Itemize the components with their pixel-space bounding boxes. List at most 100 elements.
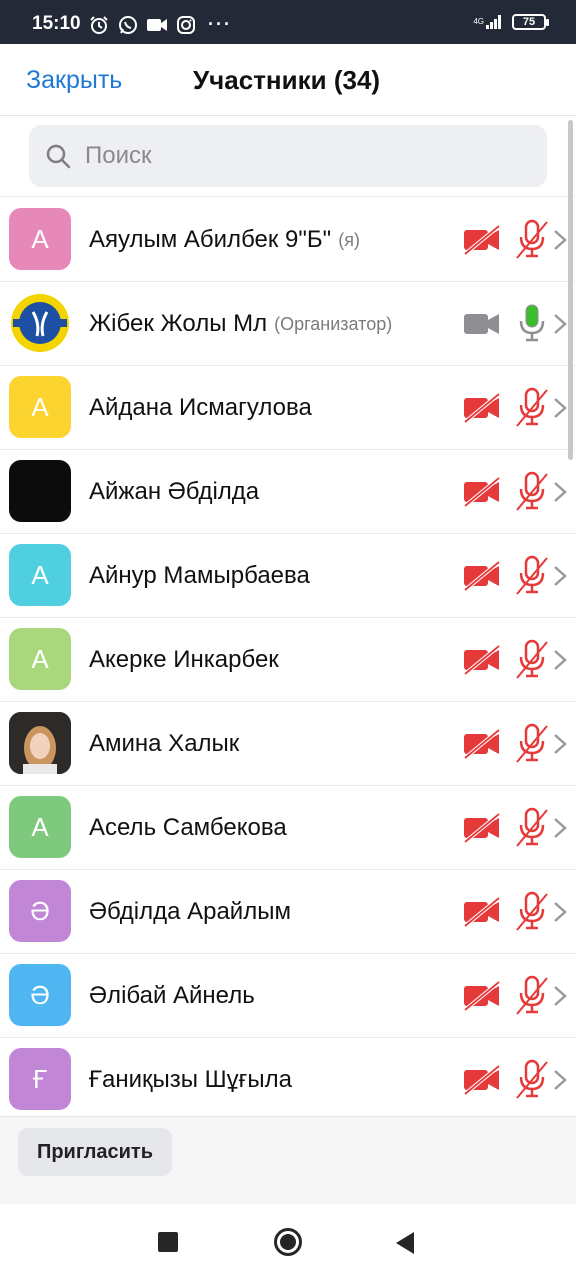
participant-name: Амина Халык <box>89 730 240 757</box>
participant-row[interactable]: A Айнур Мамырбаева <box>0 534 576 618</box>
video-off-icon <box>462 728 502 760</box>
whatsapp-icon <box>117 15 139 34</box>
video-off-icon <box>462 644 502 676</box>
participant-row[interactable]: Ғ Ғаниқызы Шұғыла <box>0 1038 576 1116</box>
chevron-right-icon[interactable] <box>551 732 569 756</box>
participant-name: Әлібай Айнель <box>89 982 255 1009</box>
participant-name: Ғаниқызы Шұғыла <box>89 1066 293 1093</box>
chevron-right-icon[interactable] <box>551 480 569 504</box>
participant-row[interactable]: Ә Әбділда Арайлым <box>0 870 576 954</box>
home-button[interactable] <box>274 1228 302 1256</box>
participant-row[interactable]: A Асель Самбекова <box>0 786 576 870</box>
microphone-muted-icon <box>514 218 550 260</box>
microphone-on-icon <box>514 302 550 344</box>
video-off-icon <box>462 896 502 928</box>
status-right: 4G 75 <box>473 14 549 30</box>
participant-row[interactable]: A Айдана Исмагулова <box>0 366 576 450</box>
recent-apps-button[interactable] <box>158 1232 178 1252</box>
participant-row[interactable]: A Акерке Инкарбек <box>0 618 576 702</box>
close-button[interactable]: Закрыть <box>26 66 122 95</box>
chevron-right-icon[interactable] <box>551 900 569 924</box>
microphone-muted-icon <box>514 638 550 680</box>
page-title: Участники (34) <box>193 65 381 95</box>
chevron-right-icon[interactable] <box>551 1068 569 1092</box>
chevron-right-icon[interactable] <box>551 564 569 588</box>
participant-role-tag: (я) <box>338 229 360 250</box>
video-off-icon <box>462 224 502 256</box>
avatar: Ғ <box>9 1048 71 1110</box>
participant-row[interactable]: Ә Әлібай Айнель <box>0 954 576 1038</box>
signal-icon <box>486 15 502 29</box>
search-bar <box>0 116 576 197</box>
avatar: A <box>9 376 71 438</box>
participant-name: Аяулым Абилбек 9"Б" <box>89 226 332 253</box>
video-off-icon <box>462 476 502 508</box>
organization-logo-icon <box>11 294 69 352</box>
participant-name-group: Әбділда Арайлым <box>89 870 291 954</box>
microphone-muted-icon <box>514 806 550 848</box>
participant-row[interactable]: Жібек Жолы Мл (Организатор) <box>0 282 576 366</box>
header: Закрыть Участники (34) <box>0 44 576 116</box>
avatar <box>9 292 71 354</box>
microphone-muted-icon <box>514 554 550 596</box>
participant-name-group: Акерке Инкарбек <box>89 618 279 702</box>
participant-list: A Аяулым Абилбек 9"Б" (я) Жібек Жолы Мл (Орг… <box>0 198 576 1116</box>
participant-name: Айдана Исмагулова <box>89 394 312 421</box>
search-box[interactable] <box>29 125 547 187</box>
participant-name-group: Асель Самбекова <box>89 786 287 870</box>
chevron-right-icon[interactable] <box>551 648 569 672</box>
chevron-right-icon[interactable] <box>551 816 569 840</box>
participant-name-group: Ғаниқызы Шұғыла <box>89 1038 292 1116</box>
participant-name-group: Әлібай Айнель <box>89 954 255 1038</box>
participant-name: Айжан Әбділда <box>89 478 260 505</box>
avatar <box>9 712 71 774</box>
avatar: A <box>9 208 71 270</box>
avatar: A <box>9 544 71 606</box>
participant-name: Әбділда Арайлым <box>89 898 291 925</box>
avatar: Ә <box>9 964 71 1026</box>
status-time: 15:10 <box>32 13 81 34</box>
video-off-icon <box>462 980 502 1012</box>
participant-row[interactable]: Амина Халык <box>0 702 576 786</box>
user-photo-icon <box>9 712 71 774</box>
back-button[interactable] <box>396 1232 414 1254</box>
microphone-muted-icon <box>514 974 550 1016</box>
more-notifications-icon: ··· <box>208 14 232 34</box>
invite-button[interactable]: Пригласить <box>18 1128 172 1176</box>
participant-row[interactable]: Айжан Әбділда <box>0 450 576 534</box>
participant-name-group: Амина Халык <box>89 702 239 786</box>
video-off-icon <box>462 392 502 424</box>
scrollbar[interactable] <box>568 120 573 460</box>
search-icon <box>45 143 71 169</box>
status-bar: 15:10 ··· 4G 75 <box>0 0 576 44</box>
instagram-icon <box>175 15 197 34</box>
microphone-muted-icon <box>514 722 550 764</box>
participant-name: Асель Самбекова <box>89 814 287 841</box>
participant-name-group: Айдана Исмагулова <box>89 366 312 450</box>
participant-name-group: Аяулым Абилбек 9"Б" (я) <box>89 198 360 282</box>
microphone-muted-icon <box>514 890 550 932</box>
chevron-right-icon[interactable] <box>551 228 569 252</box>
participant-name-group: Айнур Мамырбаева <box>89 534 310 618</box>
avatar: Ә <box>9 880 71 942</box>
search-input[interactable] <box>83 141 523 171</box>
chevron-right-icon[interactable] <box>551 984 569 1008</box>
microphone-muted-icon <box>514 470 550 512</box>
video-off-icon <box>462 560 502 592</box>
avatar <box>9 460 71 522</box>
microphone-muted-icon <box>514 1058 550 1100</box>
status-icons: ··· <box>88 14 232 35</box>
video-camera-icon <box>146 16 168 34</box>
battery-icon: 75 <box>512 14 549 30</box>
microphone-muted-icon <box>514 386 550 428</box>
participant-role-tag: (Организатор) <box>274 313 393 334</box>
video-off-icon <box>462 812 502 844</box>
chevron-right-icon[interactable] <box>551 312 569 336</box>
participant-name: Акерке Инкарбек <box>89 646 279 673</box>
video-off-icon <box>462 1064 502 1096</box>
participant-row[interactable]: A Аяулым Абилбек 9"Б" (я) <box>0 198 576 282</box>
participant-name-group: Жібек Жолы Мл (Организатор) <box>89 282 392 366</box>
avatar: A <box>9 796 71 858</box>
chevron-right-icon[interactable] <box>551 396 569 420</box>
alarm-icon <box>88 15 110 34</box>
